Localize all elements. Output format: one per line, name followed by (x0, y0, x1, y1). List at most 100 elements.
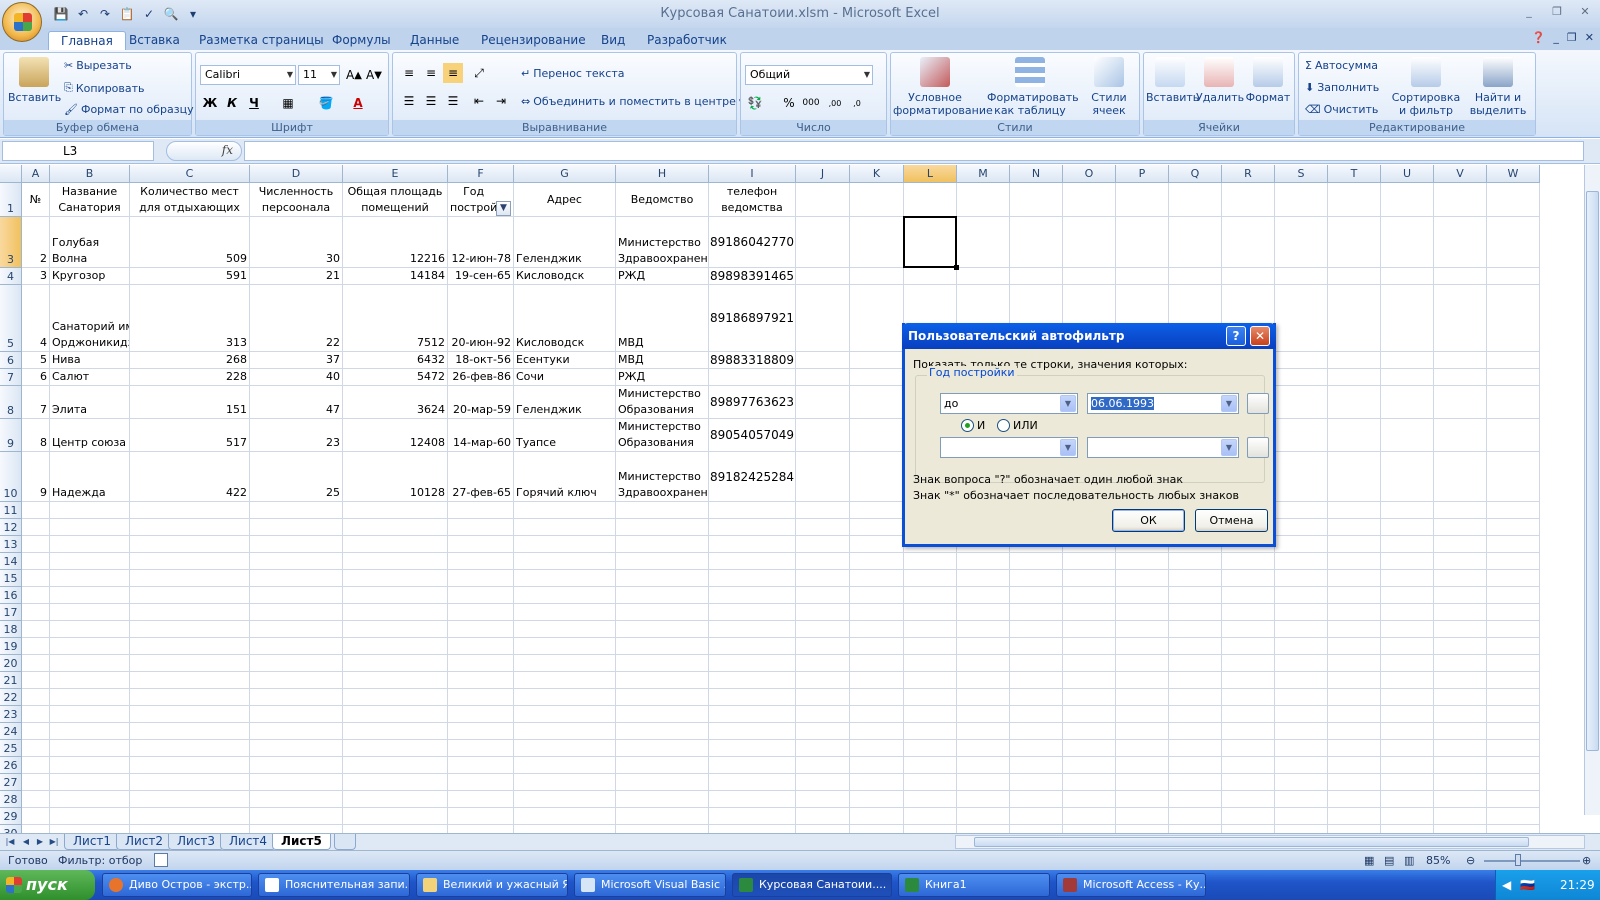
cell-year[interactable]: 26-фев-86 (448, 369, 513, 385)
zoom-in-icon[interactable]: ⊕ (1582, 854, 1591, 867)
column-header-k[interactable]: K (850, 165, 904, 183)
cell-number[interactable]: 7 (22, 386, 49, 418)
minimize-button[interactable]: _ (1518, 4, 1540, 20)
last-sheet-icon[interactable]: ▶| (48, 834, 60, 850)
underline-icon[interactable]: Ч (244, 93, 264, 113)
cell-address[interactable]: Сочи (514, 369, 615, 385)
language-icon[interactable]: 🇷🇺 (1520, 870, 1535, 900)
cell-number[interactable]: 6 (22, 369, 49, 385)
help-icon[interactable]: ? (1226, 326, 1246, 346)
cell-name[interactable]: Элита (50, 386, 129, 418)
column-header-b[interactable]: B (50, 165, 130, 183)
cell-places[interactable]: 422 (130, 452, 249, 501)
header-cell-c[interactable]: Количество мест для отдыхающих (130, 183, 249, 216)
vertical-scroll-thumb[interactable] (1586, 191, 1599, 751)
font-size-combo[interactable]: 11 ▼ (298, 65, 340, 85)
format-painter-button[interactable]: 🖌 Формат по образцу (64, 103, 194, 116)
page-break-view-icon[interactable]: ▥ (1404, 854, 1414, 867)
vertical-scrollbar[interactable] (1584, 165, 1600, 815)
cell-number[interactable]: 4 (22, 285, 49, 351)
cell-address[interactable]: Кисловодск (514, 268, 615, 284)
taskbar-item[interactable]: Великий и ужасный Я (416, 873, 568, 897)
first-sheet-icon[interactable]: |◀ (4, 834, 16, 850)
number-format-combo[interactable]: Общий ▼ (745, 65, 873, 85)
font-color-icon[interactable]: A (348, 93, 368, 113)
cell-address[interactable]: Есентуки (514, 352, 615, 368)
cut-button[interactable]: ✂ Вырезать (64, 59, 132, 72)
cell-area[interactable]: 12216 (343, 217, 447, 267)
name-box[interactable]: L3 (2, 141, 154, 161)
cell-year[interactable]: 14-мар-60 (448, 419, 513, 451)
operator-1-combo[interactable]: до ▼ (940, 393, 1078, 414)
align-middle-icon[interactable]: ≡ (421, 63, 441, 83)
zoom-level[interactable]: 85% (1426, 854, 1450, 867)
close-icon[interactable]: ✕ (1250, 326, 1270, 346)
start-button[interactable]: пуск (0, 870, 95, 900)
cell-name[interactable]: Центр союза (50, 419, 129, 451)
cell-staff[interactable]: 22 (250, 285, 342, 351)
row-header-26[interactable]: 26 (0, 757, 22, 774)
header-cell-g[interactable]: Адрес (514, 183, 615, 216)
sheet-tab[interactable]: Лист4 (220, 834, 277, 850)
cell-year[interactable]: 19-сен-65 (448, 268, 513, 284)
cell-phone[interactable]: 89883318809 (709, 352, 795, 368)
horizontal-scrollbar[interactable] (955, 835, 1585, 849)
sheet-tab[interactable]: Лист2 (116, 834, 173, 850)
find-select-button[interactable]: Найти и выделить (1463, 57, 1533, 117)
cell-department[interactable]: Министерство Образования (616, 419, 708, 451)
increase-indent-icon[interactable]: ⇥ (491, 91, 511, 111)
cell-year[interactable]: 20-июн-92 (448, 285, 513, 351)
cell-places[interactable]: 268 (130, 352, 249, 368)
close-button[interactable]: ✕ (1574, 4, 1596, 20)
row-header-19[interactable]: 19 (0, 638, 22, 655)
cell-staff[interactable]: 21 (250, 268, 342, 284)
row-header-29[interactable]: 29 (0, 808, 22, 825)
cell-year[interactable]: 20-мар-59 (448, 386, 513, 418)
header-cell-d[interactable]: Численность персоонала (250, 183, 342, 216)
column-header-p[interactable]: P (1116, 165, 1169, 183)
tray-expand-icon[interactable]: ◀ (1502, 870, 1511, 900)
wrap-text-button[interactable]: ↵ Перенос текста (521, 67, 625, 80)
calendar-picker-2-icon[interactable] (1247, 437, 1269, 458)
row-header-16[interactable]: 16 (0, 587, 22, 604)
office-button[interactable] (2, 2, 42, 42)
copy-button[interactable]: ⎘ Копировать (64, 81, 145, 95)
tab-data[interactable]: Данные (398, 31, 471, 50)
grow-font-icon[interactable]: A ▲ (344, 65, 364, 85)
bold-icon[interactable]: Ж (200, 93, 220, 113)
column-header-n[interactable]: N (1010, 165, 1063, 183)
minimize-doc-icon[interactable]: _ (1553, 31, 1559, 44)
and-radio[interactable] (961, 419, 974, 432)
cell-area[interactable]: 5472 (343, 369, 447, 385)
align-left-icon[interactable]: ☰ (399, 91, 419, 111)
cell-name[interactable]: Голубая Волна (50, 217, 129, 267)
decrease-indent-icon[interactable]: ⇤ (469, 91, 489, 111)
zoom-slider[interactable] (1484, 860, 1580, 862)
cancel-button[interactable]: Отмена (1195, 509, 1268, 532)
column-header-s[interactable]: S (1275, 165, 1328, 183)
column-header-o[interactable]: O (1063, 165, 1116, 183)
sheet-tab[interactable]: Лист1 (64, 834, 121, 850)
header-cell-e[interactable]: Общая площадь помещений (343, 183, 447, 216)
delete-cells-button[interactable]: Удалить (1196, 57, 1244, 104)
restore-button[interactable]: ❐ (1546, 4, 1568, 20)
taskbar-item[interactable]: Диво Остров - экстр... (102, 873, 252, 897)
cell-name[interactable]: Салют (50, 369, 129, 385)
cell-staff[interactable]: 40 (250, 369, 342, 385)
taskbar-item[interactable]: Пояснительная запи... (258, 873, 410, 897)
column-header-i[interactable]: I (709, 165, 796, 183)
fill-handle[interactable] (954, 265, 959, 270)
thousands-icon[interactable]: 000 (801, 93, 821, 113)
cell-number[interactable]: 3 (22, 268, 49, 284)
cell-places[interactable]: 509 (130, 217, 249, 267)
cell-department[interactable]: МВД (616, 285, 708, 351)
decrease-decimal-icon[interactable]: ,0 (847, 93, 867, 113)
fill-button[interactable]: ⬇ Заполнить (1305, 81, 1379, 94)
column-header-g[interactable]: G (514, 165, 616, 183)
column-header-l[interactable]: L (904, 165, 957, 183)
italic-icon[interactable]: К (222, 93, 242, 113)
sheet-tab-active[interactable]: Лист5 (272, 834, 331, 850)
row-header-20[interactable]: 20 (0, 655, 22, 672)
tab-page-layout[interactable]: Разметка страницы (187, 31, 336, 50)
cell-department[interactable]: РЖД (616, 369, 708, 385)
